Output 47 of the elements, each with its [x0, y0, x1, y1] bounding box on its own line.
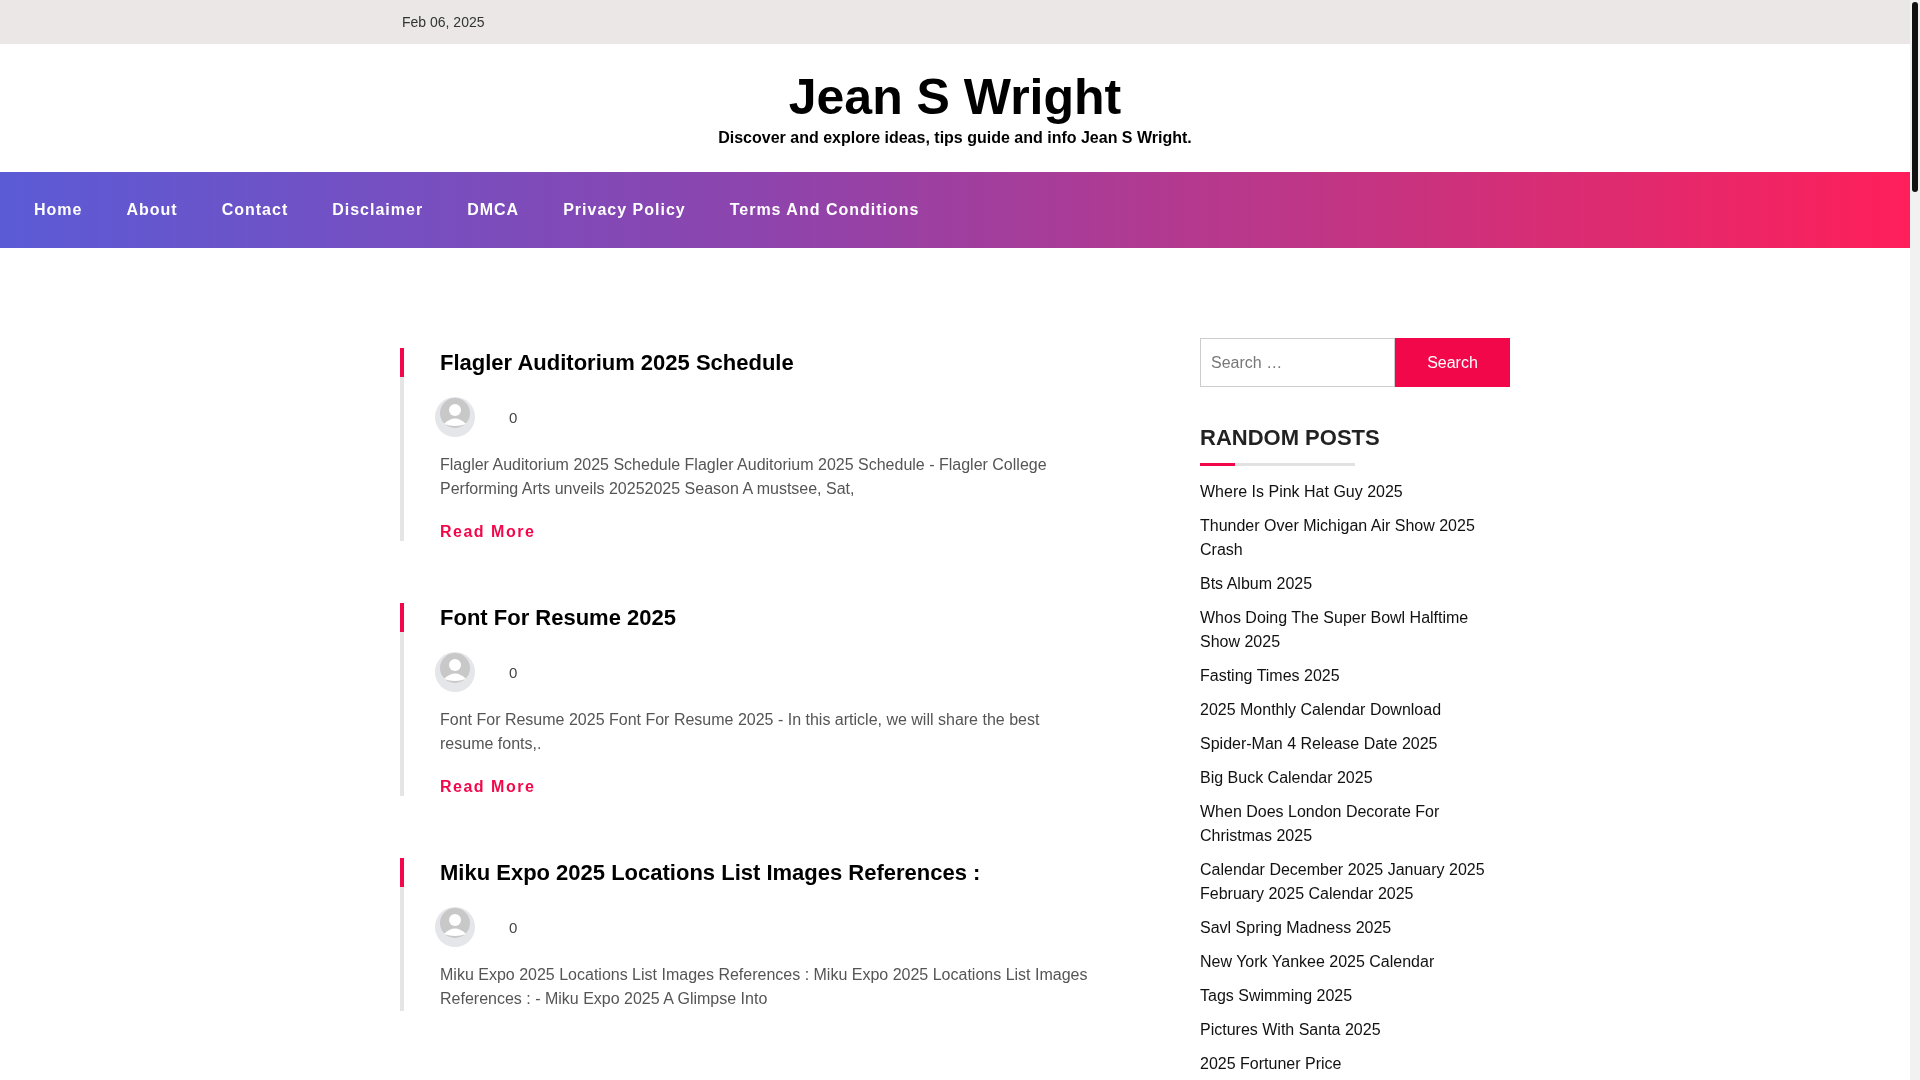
random-post-link[interactable]: 2025 Fortuner Price	[1200, 1052, 1510, 1076]
random-post-link[interactable]: 2025 Monthly Calendar Download	[1200, 698, 1510, 722]
nav-link[interactable]: DMCA	[445, 201, 542, 219]
nav-link[interactable]: Privacy Policy	[541, 201, 708, 219]
random-post-link[interactable]: Spider-Man 4 Release Date 2025	[1200, 732, 1510, 756]
accent-bar	[400, 603, 404, 632]
accent-bar	[400, 858, 404, 887]
post-excerpt: Font For Resume 2025 Font For Resume 2025 - In this article, we will share the best resume fonts,.	[440, 710, 1041, 754]
random-post-link[interactable]: Pictures With Santa 2025	[1200, 1018, 1510, 1042]
nav-link[interactable]: Terms And Conditions	[707, 201, 942, 219]
random-post-link[interactable]: Big Buck Calendar 2025	[1200, 766, 1510, 790]
random-post-link[interactable]: Whos Doing The Super Bowl Halftime Show 2025	[1200, 606, 1510, 654]
random-post-link[interactable]: Where Is Pink Hat Guy 2025	[1200, 480, 1510, 504]
comment-count: 0	[509, 408, 518, 426]
date-text: Feb 06, 2025	[402, 14, 485, 30]
nav-link[interactable]: Home	[12, 201, 105, 219]
post-title[interactable]: Miku Expo 2025 Locations List Images References :	[440, 858, 1090, 887]
random-post-link[interactable]: Bts Album 2025	[1200, 572, 1510, 596]
random-post-link[interactable]: Calendar December 2025 January 2025 February 2025 Calendar 2025	[1200, 858, 1510, 906]
comment-count: 0	[509, 918, 518, 936]
nav-link[interactable]: About	[104, 201, 200, 219]
avatar-icon	[435, 397, 475, 437]
random-post-link[interactable]: Tags Swimming 2025	[1200, 984, 1510, 1008]
read-more-link[interactable]: Read More	[440, 523, 536, 541]
nav-link[interactable]: Contact	[199, 201, 311, 219]
random-post-link[interactable]: New York Yankee 2025 Calendar	[1200, 950, 1510, 974]
avatar-icon	[435, 907, 475, 947]
random-post-link[interactable]: Fasting Times 2025	[1200, 664, 1510, 688]
widget-heading: RANDOM POSTS	[1200, 425, 1381, 451]
site-tagline: Discover and explore ideas, tips guide and info Jean S Wright.	[718, 128, 1192, 147]
post-excerpt: Flagler Auditorium 2025 Schedule Flagler Auditorium 2025 Schedule - Flagler College Performing Arts unveils 20252025 Season A mustsee, Sat,	[440, 455, 1048, 499]
random-post-link[interactable]: When Does London Decorate For Christmas 2025	[1200, 800, 1510, 848]
random-post-link[interactable]: Savl Spring Madness 2025	[1200, 916, 1510, 940]
search-button[interactable]: Search	[1395, 338, 1510, 387]
read-more-link[interactable]: Read More	[440, 778, 536, 796]
site-title: Jean S Wright	[788, 69, 1122, 125]
nav-link[interactable]: Disclaimer	[310, 201, 446, 219]
scrollbar-thumb[interactable]	[1912, 2, 1918, 192]
post-excerpt: Miku Expo 2025 Locations List Images References : Miku Expo 2025 Locations List Images References : - Miku Expo 2025 A Glimpse Into	[440, 965, 1089, 1009]
random-post-link[interactable]: Thunder Over Michigan Air Show 2025 Crash	[1200, 514, 1510, 562]
post-title[interactable]: Font For Resume 2025	[440, 603, 1090, 632]
avatar-icon	[435, 652, 475, 692]
search-field[interactable]: Search …	[1200, 338, 1395, 387]
comment-count: 0	[509, 663, 518, 681]
post-title[interactable]: Flagler Auditorium 2025 Schedule	[440, 348, 1090, 377]
scrollbar[interactable]	[1910, 0, 1920, 1080]
accent-bar	[400, 348, 404, 377]
